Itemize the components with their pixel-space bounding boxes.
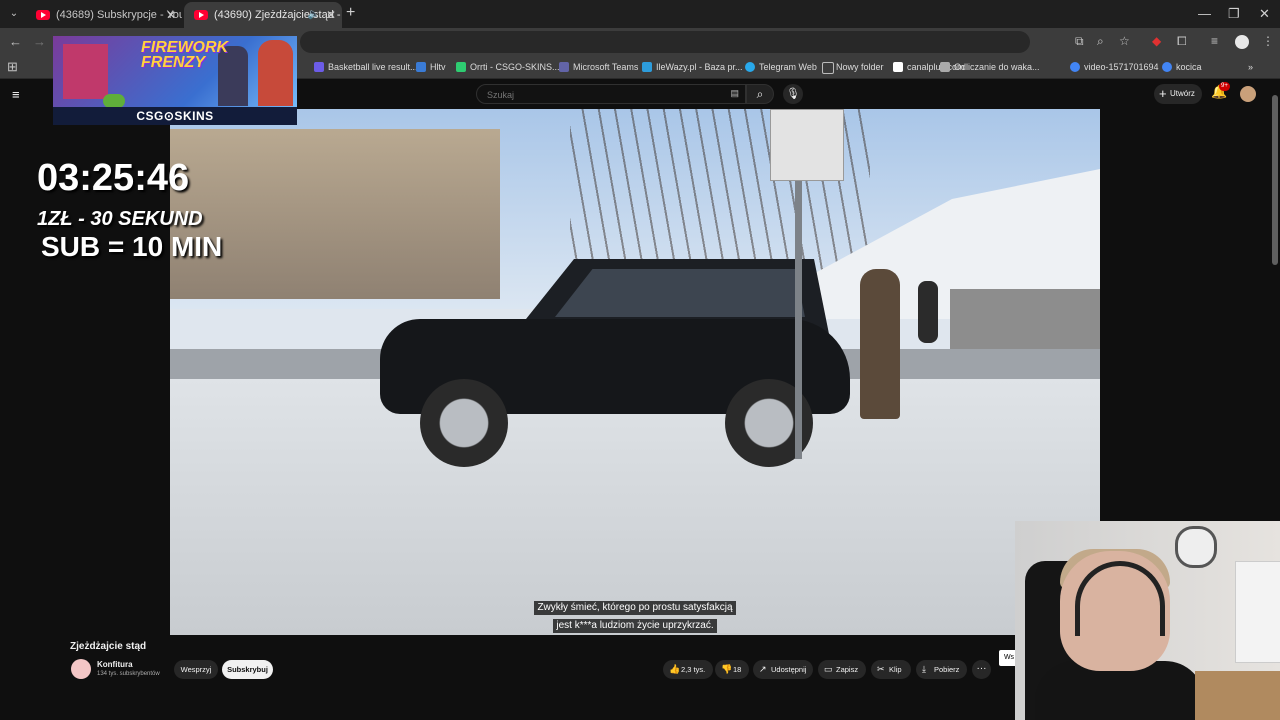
video-scene-man: [860, 269, 900, 419]
new-tab-button[interactable]: +: [346, 4, 355, 22]
video-scene-suv: [380, 259, 850, 467]
create-button[interactable]: + Utwórz: [1154, 84, 1202, 104]
extension-icon[interactable]: ◆: [1152, 34, 1161, 48]
restore-button[interactable]: ❐: [1228, 6, 1240, 22]
telegram-icon: [745, 62, 755, 72]
video-player[interactable]: Zwykły śmieć, którego po prostu satysfak…: [170, 109, 1100, 635]
zoom-icon[interactable]: ⌕: [1097, 34, 1104, 49]
microphone-icon: 🎙: [786, 88, 800, 100]
bookmark-kocica[interactable]: kocica: [1162, 59, 1202, 75]
bookmark-teams[interactable]: Microsoft Teams: [559, 59, 638, 75]
support-button[interactable]: Wesprzyj: [174, 660, 218, 679]
clip-button[interactable]: ✂ Klip: [871, 660, 911, 679]
reading-list-icon[interactable]: ≡: [1211, 34, 1218, 48]
bookmark-favicon-icon: [1162, 62, 1172, 72]
caption-line-1: Zwykły śmieć, którego po prostu satysfak…: [534, 601, 736, 615]
search-icon: ⌕: [756, 87, 764, 101]
keyboard-icon[interactable]: ▤: [730, 88, 739, 99]
search-input[interactable]: [485, 89, 719, 101]
page-scrollbar[interactable]: [1272, 95, 1278, 265]
channel-subscribers: 134 tys. subskrybentów: [97, 671, 160, 677]
sponsor-banner: FIREWORK FRENZY CSG⊙SKINS: [53, 36, 297, 125]
bookmark-icon: ▭: [824, 664, 833, 674]
save-button[interactable]: ▭ Zapisz: [818, 660, 866, 679]
tab-search-button[interactable]: ⌄: [5, 5, 23, 23]
sub-rule-text: SUB = 10 MIN: [41, 231, 223, 262]
close-window-button[interactable]: ✕: [1259, 6, 1270, 22]
video-captions: Zwykły śmieć, którego po prostu satysfak…: [170, 597, 1100, 633]
download-icon: ⤓: [922, 664, 926, 674]
thumbs-down-icon: 👎: [721, 664, 733, 674]
channel-avatar[interactable]: [71, 659, 91, 679]
banner-title: FIREWORK FRENZY: [141, 39, 229, 71]
wall-clock: [1175, 526, 1217, 568]
like-button[interactable]: 👍 2,3 tys.: [663, 660, 713, 679]
bookmark-favicon-icon: [416, 62, 426, 72]
close-tab-icon[interactable]: ✕: [166, 2, 176, 28]
forward-arrow-icon[interactable]: →: [33, 34, 46, 49]
bookmark-favicon-icon: [1070, 62, 1080, 72]
plus-icon: +: [1159, 86, 1167, 101]
bookmark-favicon-icon: [940, 62, 950, 72]
voice-search-button[interactable]: 🎙: [783, 84, 803, 104]
extensions-puzzle-icon[interactable]: ⧠: [1177, 34, 1187, 49]
bookmark-countdown[interactable]: Odliczanie do waka...: [940, 59, 1040, 75]
share-icon: ↗: [759, 664, 767, 674]
subathon-timer: 03:25:46: [37, 157, 190, 199]
bookmark-hltv[interactable]: Hltv: [416, 59, 446, 75]
bookmark-favicon-icon: [642, 62, 652, 72]
youtube-avatar[interactable]: [1240, 86, 1256, 102]
scissors-icon: ✂: [877, 664, 885, 674]
tab-current-video[interactable]: (43690) Zjeżdżajcie stąd - Y 🔈 ✕: [184, 2, 342, 28]
video-scene-sign: [770, 109, 844, 181]
tab-subscriptions[interactable]: (43689) Subskrypcje - YouTube ✕: [26, 2, 182, 28]
donation-rate-text: 1ZŁ - 30 SEKUND: [37, 208, 203, 230]
bookmark-telegram[interactable]: Telegram Web: [745, 59, 817, 75]
bookmark-video[interactable]: video-1571701694: [1070, 59, 1159, 75]
bookmark-favicon-icon: [456, 62, 466, 72]
folder-icon: [822, 62, 834, 74]
speaker-icon[interactable]: 🔈: [308, 2, 320, 28]
bookmark-favicon-icon: [893, 62, 903, 72]
youtube-favicon-icon: [36, 10, 50, 20]
tab-title: (43690) Zjeżdżajcie stąd - Y: [214, 9, 342, 21]
subscribe-button[interactable]: Subskrybuj: [222, 660, 273, 679]
share-button[interactable]: ↗ Udostępnij: [753, 660, 813, 679]
address-bar[interactable]: [300, 31, 1030, 53]
dislike-button[interactable]: 👎 18: [715, 660, 749, 679]
streamer-webcam: [1015, 521, 1280, 720]
apps-grid-icon[interactable]: ⊞: [7, 59, 18, 75]
close-tab-icon[interactable]: ✕: [326, 2, 336, 28]
youtube-favicon-icon: [194, 10, 208, 20]
browser-tab-bar: ⌄ (43689) Subskrypcje - YouTube ✕ (43690…: [0, 0, 1280, 28]
search-box: ▤: [476, 84, 746, 104]
search-button[interactable]: ⌕: [746, 84, 774, 104]
bookmark-ilewazy[interactable]: IleWazy.pl - Baza pr...: [642, 59, 743, 75]
video-scene-pedestrian: [918, 281, 938, 343]
tab-title: (43689) Subskrypcje - YouTube: [56, 9, 182, 21]
back-arrow-icon[interactable]: ←: [9, 34, 22, 49]
bookmark-favicon-icon: [559, 62, 569, 72]
minimize-button[interactable]: —: [1198, 6, 1211, 21]
browser-menu-icon[interactable]: ⋮: [1262, 34, 1274, 48]
channel-name[interactable]: Konfitura: [97, 660, 133, 669]
bookmark-orrti[interactable]: Orrti - CSGO-SKINS...: [456, 59, 560, 75]
caption-line-2: jest k***a ludziom życie uprzykrzać.: [553, 619, 717, 633]
download-button[interactable]: ⤓ Pobierz: [916, 660, 967, 679]
bookmark-basketball[interactable]: Basketball live result...: [314, 59, 418, 75]
more-actions-button[interactable]: ···: [972, 660, 991, 679]
bookmark-favicon-icon: [314, 62, 324, 72]
install-app-icon[interactable]: ⧉: [1075, 34, 1084, 49]
hamburger-menu-icon[interactable]: ≡: [12, 87, 20, 102]
video-title: Zjeżdżajcie stąd: [70, 641, 147, 652]
thumbs-up-icon: 👍: [669, 664, 681, 674]
banner-brand: CSG⊙SKINS: [53, 107, 297, 125]
more-bookmarks-button[interactable]: »: [1248, 59, 1253, 75]
bookmark-folder[interactable]: Nowy folder: [822, 59, 884, 75]
profile-avatar[interactable]: [1235, 35, 1249, 49]
notifications-badge: 9+: [1219, 82, 1230, 91]
bookmark-star-icon[interactable]: ☆: [1119, 34, 1130, 48]
